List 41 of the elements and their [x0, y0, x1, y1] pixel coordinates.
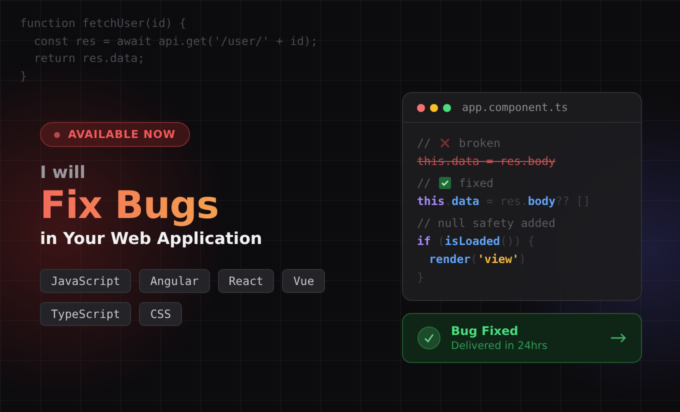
right-arrow-icon — [611, 333, 627, 343]
code-token: } — [417, 270, 424, 284]
code-comment: // — [417, 136, 431, 150]
tech-tag: CSS — [139, 302, 182, 326]
close-dot-icon — [417, 104, 425, 112]
code-token: 'view' — [477, 252, 520, 266]
code-token: render — [429, 252, 471, 266]
code-token: this — [417, 194, 445, 208]
code-token: ( — [470, 252, 478, 266]
status-detail: Delivered in 24hrs — [451, 340, 548, 352]
code-comment: fixed — [458, 176, 494, 190]
background-code-line: } — [20, 68, 28, 84]
check-circle-icon — [417, 326, 441, 350]
code-token: data — [452, 194, 480, 208]
code-token: ) — [519, 252, 526, 266]
background-code-line: return res.data; — [32, 50, 146, 67]
file-name: app.component.ts — [462, 101, 568, 114]
minimize-dot-icon — [430, 104, 438, 112]
code-token: if — [417, 234, 431, 248]
code-token: // null safety added — [417, 216, 556, 230]
status-dot-icon — [54, 132, 60, 138]
tech-tag: Angular — [139, 269, 210, 293]
intro-text: I will — [40, 163, 86, 183]
code-comment: broken — [458, 136, 500, 150]
background-code-line: function fetchUser(id) { — [20, 15, 188, 32]
tech-tag: Vue — [282, 269, 326, 293]
subtitle: in Your Web Application — [40, 229, 262, 248]
code-token: body — [528, 194, 556, 208]
code-token: ( — [436, 234, 445, 248]
tech-tag: TypeScript — [40, 302, 132, 326]
background-code-line: const res = await api.get('/user/' + id); — [32, 32, 318, 50]
code-token: . — [444, 194, 452, 208]
tech-tag: JavaScript — [40, 269, 132, 293]
code-token: ()) { — [500, 234, 535, 248]
availability-badge: AVAILABLE NOW — [40, 122, 190, 147]
maximize-dot-icon — [443, 104, 451, 112]
code-token: ?? [] — [556, 194, 590, 208]
code-token: isLoaded — [444, 234, 500, 248]
tech-tag: React — [218, 269, 274, 293]
status-title: Bug Fixed — [451, 324, 520, 338]
code-comment: // — [417, 176, 431, 190]
